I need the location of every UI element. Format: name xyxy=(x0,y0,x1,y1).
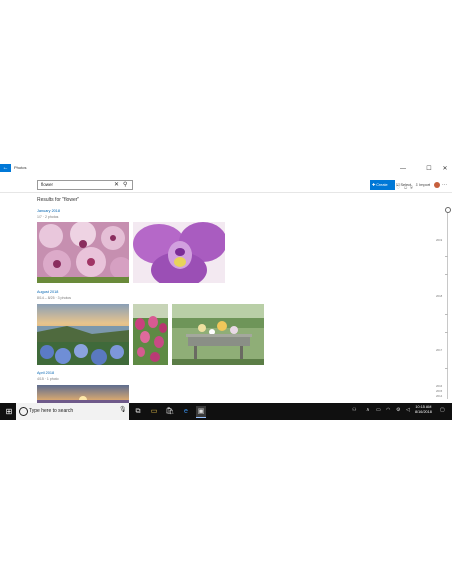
timeline-year-label[interactable]: 2015 xyxy=(436,389,442,393)
timeline-handle[interactable] xyxy=(445,207,451,213)
task-view-icon[interactable]: ⧉ xyxy=(133,406,143,417)
purple-orchid-image xyxy=(133,222,225,283)
microphone-icon[interactable]: 🎙 xyxy=(119,406,127,413)
sunset-field-image xyxy=(37,385,129,403)
photos-app-icon[interactable]: ▣ xyxy=(196,406,206,418)
photo-thumbnail[interactable] xyxy=(37,304,129,365)
clear-search-icon[interactable]: ✕ xyxy=(114,181,119,189)
create-button[interactable]: ✚ Create xyxy=(370,180,395,190)
timeline-year-label[interactable]: 2017 xyxy=(436,348,442,352)
create-icon: ✚ xyxy=(372,183,376,187)
taskbar-search-placeholder: Type here to search xyxy=(29,408,74,414)
search-icon[interactable]: ⚲ xyxy=(123,181,127,189)
coastal-hydrangea-image xyxy=(37,304,129,365)
photos-app-screen: ← Photos — ☐ ✕ flower ✕ ⚲ ✚ Create ☑ Sel… xyxy=(0,164,452,420)
maximize-button[interactable]: ☐ xyxy=(422,164,436,174)
import-button[interactable]: ⇩ Import xyxy=(413,180,432,190)
timeline-scrubber[interactable] xyxy=(447,209,448,399)
timeline-year-label[interactable]: 2014 xyxy=(436,394,442,398)
timeline-tick xyxy=(445,314,448,315)
title-bar: ← Photos — ☐ ✕ xyxy=(0,164,452,174)
timeline-tick xyxy=(445,274,448,275)
notifications-icon[interactable]: ▢ xyxy=(440,407,445,413)
windows-start-icon[interactable]: ⊞ xyxy=(2,403,16,420)
battery-icon[interactable]: ▭ xyxy=(376,407,381,413)
garden-table-image xyxy=(172,304,264,365)
settings-tray-icon[interactable]: ⚙ xyxy=(396,407,400,413)
results-heading: Results for "flower" xyxy=(37,197,80,203)
timeline-year-label[interactable]: 2019 xyxy=(436,238,442,242)
photo-thumbnail[interactable] xyxy=(37,222,129,283)
toolbar: flower ✕ ⚲ ✚ Create ☑ Select ⇩ Import ··… xyxy=(0,174,452,193)
group-meta: 8/14 – 8/25 · 3 photos xyxy=(37,296,72,300)
back-button[interactable]: ← xyxy=(0,164,11,172)
place-icon[interactable]: ⌾ xyxy=(410,185,413,191)
import-icon: ⇩ xyxy=(415,183,419,187)
people-filter-icon[interactable]: ♡ xyxy=(396,185,400,191)
store-icon[interactable]: 🛍 xyxy=(165,406,175,417)
avatar[interactable] xyxy=(434,182,440,188)
timeline-tick xyxy=(445,256,448,257)
timeline-year-label[interactable]: 2018 xyxy=(436,294,442,298)
group-title[interactable]: August 2018 xyxy=(37,290,58,294)
file-explorer-icon[interactable]: ▭ xyxy=(149,406,159,417)
timeline-tick xyxy=(445,332,448,333)
people-tray-icon[interactable]: ⚇ xyxy=(352,407,356,413)
create-label: Create xyxy=(376,183,388,187)
group-title[interactable]: April 2018 xyxy=(37,371,54,375)
close-button[interactable]: ✕ xyxy=(438,164,452,174)
wifi-icon[interactable]: ◠ xyxy=(386,407,390,413)
taskbar-clock[interactable]: 10:15 AM 8/16/2018 xyxy=(415,405,432,415)
person-icon[interactable]: ☺ xyxy=(403,185,408,191)
clock-date: 8/16/2018 xyxy=(415,410,432,414)
edge-browser-icon[interactable]: e xyxy=(181,406,191,417)
group-title[interactable]: January 2018 xyxy=(37,209,60,213)
search-input[interactable]: flower ✕ ⚲ xyxy=(37,180,133,190)
taskbar-search-box[interactable]: Type here to search 🎙 xyxy=(16,403,129,420)
import-label: Import xyxy=(419,183,431,187)
photo-thumbnail[interactable] xyxy=(172,304,264,365)
search-value: flower xyxy=(41,182,54,187)
photo-thumbnail[interactable] xyxy=(133,222,225,283)
taskbar: ⊞ Type here to search 🎙 ⧉ ▭ 🛍 e ▣ ⚇ ∧ ▭ … xyxy=(0,403,452,420)
photo-thumbnail[interactable] xyxy=(133,304,168,365)
tulip-field-image xyxy=(133,304,168,365)
cortana-icon[interactable] xyxy=(19,407,28,416)
group-meta: 4/15 · 1 photo xyxy=(37,377,59,381)
timeline-tick xyxy=(445,368,448,369)
group-meta: 1/7 · 2 photos xyxy=(37,215,59,219)
timeline-year-label[interactable]: 2016 xyxy=(436,384,442,388)
photo-thumbnail[interactable] xyxy=(37,385,129,403)
chevron-up-icon[interactable]: ∧ xyxy=(366,407,370,413)
minimize-button[interactable]: — xyxy=(396,164,410,174)
volume-icon[interactable]: ◁ xyxy=(406,407,410,413)
more-options-button[interactable]: ··· xyxy=(442,180,447,190)
app-title: Photos xyxy=(14,165,27,170)
orchid-cluster-image xyxy=(37,222,129,283)
